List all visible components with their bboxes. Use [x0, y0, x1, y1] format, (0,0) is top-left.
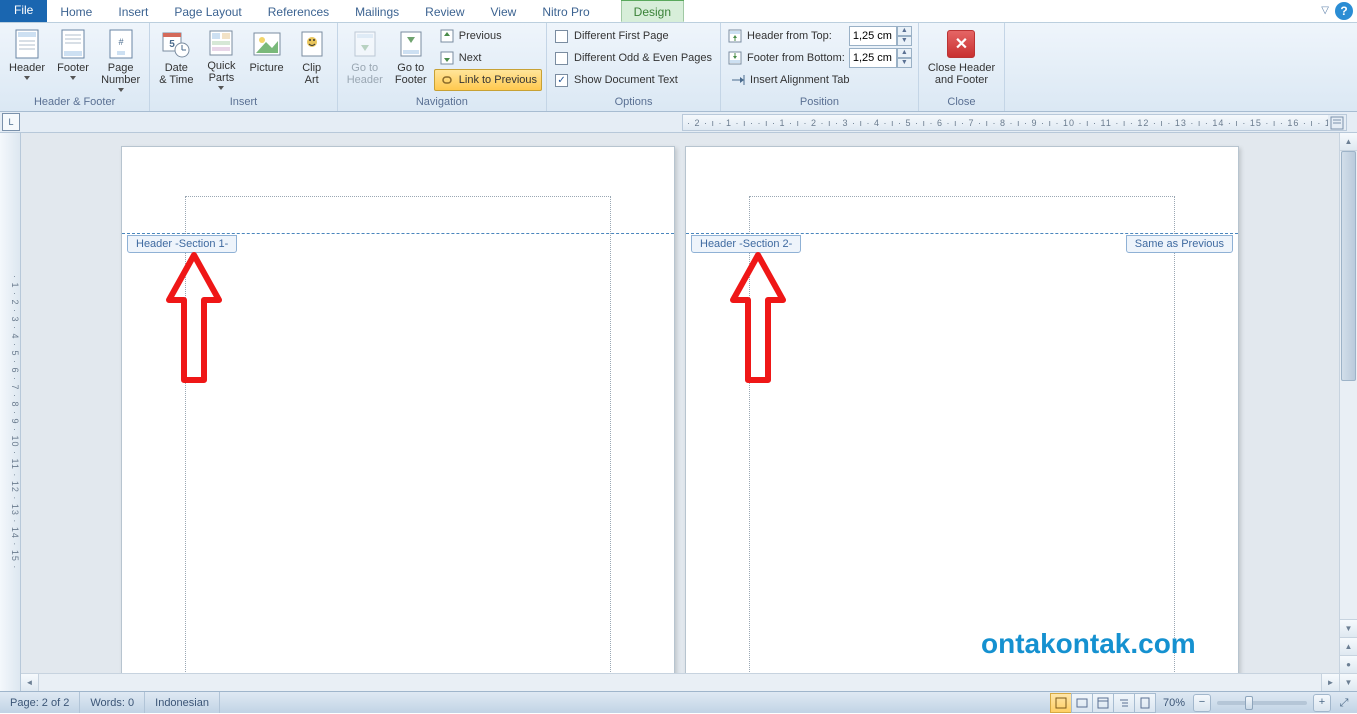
- group-close: ✕ Close Header and Footer Close: [919, 23, 1005, 111]
- group-title: Options: [551, 94, 716, 111]
- header-section-tag: Header -Section 2-: [691, 235, 801, 253]
- group-title: Insert: [154, 94, 332, 111]
- svg-text:5: 5: [170, 39, 176, 50]
- scroll-thumb[interactable]: [1341, 151, 1356, 381]
- ribbon-tabs: File Home Insert Page Layout References …: [0, 0, 1357, 23]
- ruler-bar: L · 2 · ı · 1 · ı · · ı · 1 · ı · 2 · ı …: [0, 112, 1357, 133]
- close-icon: ✕: [947, 30, 975, 58]
- tab-page-layout[interactable]: Page Layout: [161, 0, 254, 22]
- zoom-out-button[interactable]: −: [1193, 694, 1211, 712]
- link-to-previous-button[interactable]: Link to Previous: [434, 69, 542, 91]
- body-margin: [185, 196, 611, 691]
- spin-down[interactable]: ▼: [897, 58, 912, 68]
- next-button[interactable]: Next: [434, 47, 542, 69]
- view-web-layout-button[interactable]: [1092, 693, 1114, 713]
- group-title: Close: [923, 94, 1000, 111]
- body-margin: [749, 196, 1175, 691]
- tab-design-context[interactable]: Design: [621, 0, 684, 22]
- status-page[interactable]: Page: 2 of 2: [0, 692, 80, 713]
- tab-review[interactable]: Review: [412, 0, 477, 22]
- svg-text:#: #: [118, 37, 123, 47]
- document-area: · 1 · 2 · 3 · 4 · 5 · 6 · 7 · 8 · 9 · 10…: [0, 133, 1357, 691]
- tab-home[interactable]: Home: [47, 0, 105, 22]
- picture-button[interactable]: Picture: [244, 25, 288, 91]
- next-page-button[interactable]: ▼: [1340, 673, 1357, 691]
- header-top-label: Header from Top:: [747, 30, 832, 42]
- view-draft-button[interactable]: [1134, 693, 1156, 713]
- header-top-input[interactable]: [849, 26, 897, 46]
- show-document-text-checkbox[interactable]: ✓Show Document Text: [551, 69, 716, 91]
- ruler-toggle-icon[interactable]: [1328, 115, 1346, 130]
- group-title: Header & Footer: [4, 94, 145, 111]
- status-language[interactable]: Indonesian: [145, 692, 220, 713]
- prev-page-button[interactable]: ▲: [1340, 637, 1357, 655]
- status-bar: Page: 2 of 2 Words: 0 Indonesian 70% − +…: [0, 691, 1357, 713]
- header-section-tag: Header -Section 1-: [127, 235, 237, 253]
- tab-references[interactable]: References: [255, 0, 342, 22]
- footer-bottom-icon: [727, 50, 743, 66]
- horizontal-ruler[interactable]: · 2 · ı · 1 · ı · · ı · 1 · ı · 2 · ı · …: [682, 114, 1347, 131]
- group-header-footer: Header Footer # Page Number Header & Foo…: [0, 23, 150, 111]
- vertical-ruler[interactable]: · 1 · 2 · 3 · 4 · 5 · 6 · 7 · 8 · 9 · 10…: [0, 133, 21, 691]
- goto-footer-button[interactable]: Go to Footer: [390, 25, 432, 91]
- annotation-arrow-icon: [169, 255, 219, 385]
- page-1: Header -Section 1-: [121, 146, 675, 691]
- quick-parts-button[interactable]: Quick Parts: [200, 25, 242, 91]
- spin-up[interactable]: ▲: [897, 26, 912, 36]
- footer-button[interactable]: Footer: [52, 25, 94, 91]
- header-button[interactable]: Header: [4, 25, 50, 91]
- group-title: Navigation: [342, 94, 542, 111]
- scroll-down-button[interactable]: ▼: [1340, 619, 1357, 637]
- file-tab[interactable]: File: [0, 0, 47, 22]
- tab-mailings[interactable]: Mailings: [342, 0, 412, 22]
- tab-view[interactable]: View: [478, 0, 530, 22]
- scroll-left-button[interactable]: ◄: [21, 674, 39, 691]
- scroll-up-button[interactable]: ▲: [1340, 133, 1357, 151]
- tab-selector[interactable]: L: [2, 113, 20, 131]
- full-screen-icon[interactable]: ⤢: [1335, 694, 1353, 712]
- zoom-slider[interactable]: [1217, 701, 1307, 705]
- scroll-right-button[interactable]: ►: [1321, 674, 1339, 691]
- footer-bottom-label: Footer from Bottom:: [747, 52, 845, 64]
- group-navigation: Go to Header Go to Footer Previous Next …: [338, 23, 547, 111]
- header-top-icon: [727, 28, 743, 44]
- minimize-ribbon-icon[interactable]: ▽: [1321, 2, 1329, 20]
- watermark-text: ontakontak.com: [981, 628, 1196, 660]
- group-options: Different First Page Different Odd & Eve…: [547, 23, 721, 111]
- page-number-button[interactable]: # Page Number: [96, 25, 145, 91]
- close-header-footer-button[interactable]: ✕ Close Header and Footer: [923, 25, 1000, 91]
- browse-object-button[interactable]: ●: [1340, 655, 1357, 673]
- zoom-slider-knob[interactable]: [1245, 696, 1253, 710]
- status-words[interactable]: Words: 0: [80, 692, 145, 713]
- view-outline-button[interactable]: [1113, 693, 1135, 713]
- goto-header-button: Go to Header: [342, 25, 388, 91]
- same-as-previous-tag: Same as Previous: [1126, 235, 1233, 253]
- document-canvas[interactable]: Header -Section 1- Header -Section 2- Sa…: [21, 133, 1357, 691]
- group-insert: 5 Date & Time Quick Parts Picture Clip A…: [150, 23, 337, 111]
- horizontal-scrollbar[interactable]: ◄ ►: [21, 673, 1339, 691]
- annotation-arrow-icon: [733, 255, 783, 385]
- view-full-screen-button[interactable]: [1071, 693, 1093, 713]
- group-title: Position: [725, 94, 914, 111]
- tab-nitro-pro[interactable]: Nitro Pro: [529, 0, 602, 22]
- view-print-layout-button[interactable]: [1050, 693, 1072, 713]
- diff-first-page-checkbox[interactable]: Different First Page: [551, 25, 716, 47]
- vertical-scrollbar[interactable]: ▲ ▼ ▲ ● ▼: [1339, 133, 1357, 691]
- clip-art-button[interactable]: Clip Art: [291, 25, 333, 91]
- footer-bottom-input[interactable]: [849, 48, 897, 68]
- zoom-in-button[interactable]: +: [1313, 694, 1331, 712]
- spin-down[interactable]: ▼: [897, 36, 912, 46]
- zoom-percent[interactable]: 70%: [1155, 697, 1193, 709]
- help-icon[interactable]: ?: [1335, 2, 1353, 20]
- group-position: Header from Top: ▲▼ Footer from Bottom: …: [721, 23, 919, 111]
- date-time-button[interactable]: 5 Date & Time: [154, 25, 198, 91]
- page-2: Header -Section 2- Same as Previous: [685, 146, 1239, 691]
- tab-insert[interactable]: Insert: [105, 0, 161, 22]
- diff-odd-even-checkbox[interactable]: Different Odd & Even Pages: [551, 47, 716, 69]
- spin-up[interactable]: ▲: [897, 48, 912, 58]
- previous-button[interactable]: Previous: [434, 25, 542, 47]
- ribbon: Header Footer # Page Number Header & Foo…: [0, 23, 1357, 112]
- insert-alignment-tab-button[interactable]: Insert Alignment Tab: [725, 69, 914, 91]
